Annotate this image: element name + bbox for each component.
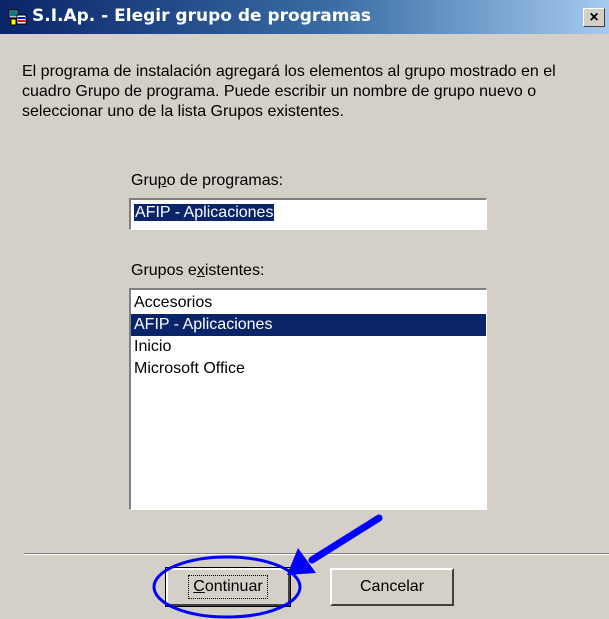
program-group-value: AFIP - Aplicaciones bbox=[134, 204, 275, 221]
instructions-text: El programa de instalación agregará los … bbox=[22, 63, 556, 120]
window-title: S.I.Ap. - Elegir grupo de programas bbox=[32, 6, 372, 26]
existing-groups-listbox[interactable]: Accesorios AFIP - Aplicaciones Inicio Mi… bbox=[129, 288, 487, 510]
list-item-afip-aplicaciones[interactable]: AFIP - Aplicaciones bbox=[131, 314, 486, 336]
existing-groups-label: Grupos existentes: bbox=[131, 262, 265, 279]
continue-button[interactable]: Continuar bbox=[165, 567, 291, 607]
cancel-button[interactable]: Cancelar bbox=[330, 568, 454, 606]
program-group-input[interactable]: AFIP - Aplicaciones bbox=[129, 198, 487, 230]
button-divider bbox=[24, 553, 609, 555]
close-button[interactable]: × bbox=[583, 8, 605, 27]
close-icon: × bbox=[589, 9, 599, 26]
program-group-label: Grupo de programas: bbox=[131, 172, 284, 189]
setup-app-icon bbox=[8, 7, 28, 27]
setup-dialog: S.I.Ap. - Elegir grupo de programas × El… bbox=[0, 0, 609, 619]
list-item-accesorios[interactable]: Accesorios bbox=[131, 292, 486, 314]
list-item-inicio[interactable]: Inicio bbox=[131, 336, 486, 358]
mnemonic-x: x bbox=[196, 262, 205, 279]
list-item-microsoft-office[interactable]: Microsoft Office bbox=[131, 358, 486, 380]
title-bar[interactable]: S.I.Ap. - Elegir grupo de programas × bbox=[0, 0, 609, 34]
mnemonic-p: p bbox=[157, 172, 167, 189]
